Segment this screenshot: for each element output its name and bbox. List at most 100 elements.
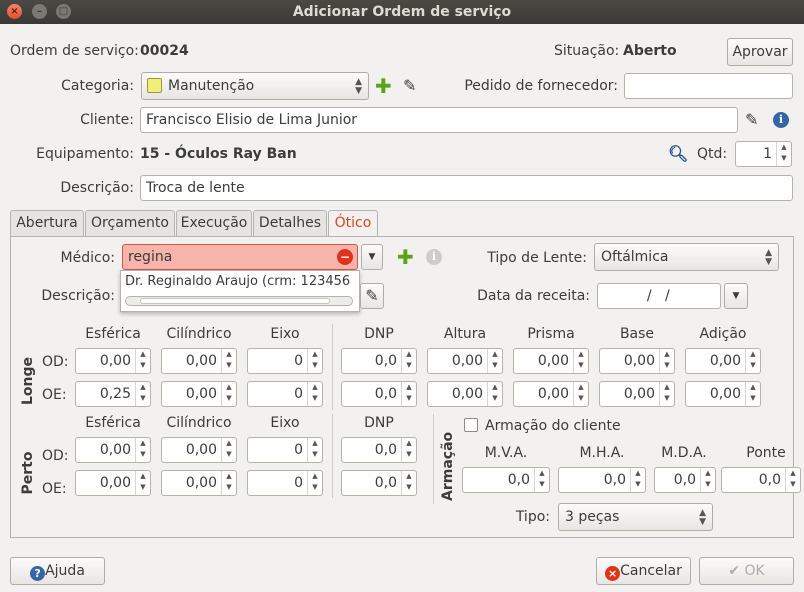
spin-arrows-icon[interactable]: ▲ ▼ [776,142,791,166]
spin-arrows-icon[interactable]: ▲ ▼ [659,382,674,406]
spin-arrows-icon[interactable]: ▲ ▼ [221,471,236,495]
tab-execucao[interactable]: Execução [176,210,252,236]
medico-dropdown-button[interactable]: ▼ [361,244,383,270]
longe-od-prisma-spinner[interactable]: 0,00 ▲ ▼ [513,348,589,374]
spin-arrows-icon[interactable]: ▲ ▼ [630,468,645,492]
edit-category-icon[interactable]: ✎ [403,76,416,95]
armacao-mha-spinner[interactable]: 0,0 ▲ ▼ [558,467,646,493]
spin-arrows-icon[interactable]: ▲ ▼ [745,382,760,406]
spin-value: 0,0 [673,472,696,488]
spin-arrows-icon[interactable]: ▲ ▼ [307,382,322,406]
spin-arrows-icon[interactable]: ▲ ▼ [307,349,322,373]
armacao-mva-spinner[interactable]: 0,0 ▲ ▼ [462,467,550,493]
spin-arrows-icon[interactable]: ▲ ▼ [785,468,800,492]
check-icon: ✔ [728,563,741,579]
spin-arrows-icon[interactable]: ▲ ▼ [135,438,150,462]
spin-arrows-icon[interactable]: ▲ ▼ [401,471,416,495]
data-receita-input[interactable]: / / [597,283,721,309]
perto-oe-cilindrico-spinner[interactable]: 0,00 ▲ ▼ [161,470,237,496]
header-adicao: Adição [699,326,747,342]
perto-od-cilindrico-spinner[interactable]: 0,00 ▲ ▼ [161,437,237,463]
spin-arrows-icon[interactable]: ▲ ▼ [307,438,322,462]
longe-oe-esferica-spinner[interactable]: 0,25 ▲ ▼ [75,381,151,407]
spin-arrows-icon[interactable]: ▲ ▼ [573,382,588,406]
perto-od-esferica-spinner[interactable]: 0,00 ▲ ▼ [75,437,151,463]
longe-oe-prisma-spinner[interactable]: 0,00 ▲ ▼ [513,381,589,407]
spin-arrows-icon[interactable]: ▲ ▼ [135,471,150,495]
spin-arrows-icon[interactable]: ▲ ▼ [221,438,236,462]
cliente-input[interactable]: Francisco Elisio de Lima Junior [140,107,738,133]
armacao-ponte-spinner[interactable]: 0,0 ▲ ▼ [721,467,801,493]
spin-arrows-icon[interactable]: ▲ ▼ [700,468,715,492]
longe-od-dnp-spinner[interactable]: 0,0 ▲ ▼ [341,348,417,374]
longe-oe-altura-spinner[interactable]: 0,00 ▲ ▼ [427,381,503,407]
longe-oe-adicao-spinner[interactable]: 0,00 ▲ ▼ [685,381,761,407]
spin-arrows-icon[interactable]: ▲ ▼ [401,438,416,462]
qtd-spinner[interactable]: 1 ▲ ▼ [735,141,792,167]
categoria-select[interactable]: Manutenção ▲ ▼ [141,72,369,100]
tab-abertura[interactable]: Abertura [10,210,84,236]
scrollbar-thumb[interactable] [140,298,330,304]
spin-arrows-icon[interactable]: ▲ ▼ [135,382,150,406]
help-button[interactable]: ? Ajuda [10,557,105,585]
longe-oe-base-spinner[interactable]: 0,00 ▲ ▼ [599,381,675,407]
armacao-mda-spinner[interactable]: 0,0 ▲ ▼ [654,467,716,493]
spin-arrows-icon[interactable]: ▲ ▼ [401,349,416,373]
descricao-input[interactable]: Troca de lente [140,175,793,201]
perto-oe-eixo-spinner[interactable]: 0 ▲ ▼ [247,470,323,496]
perto-od-eixo-spinner[interactable]: 0 ▲ ▼ [247,437,323,463]
approve-button[interactable]: Aprovar [727,38,793,66]
armacao-cliente-checkbox[interactable] [464,418,478,432]
spin-arrows-icon[interactable]: ▲ ▼ [659,349,674,373]
medico-input[interactable]: regina − [122,244,358,270]
longe-od-cilindrico-spinner[interactable]: 0,00 ▲ ▼ [161,348,237,374]
tab-otico[interactable]: Ótico [328,210,378,238]
add-category-icon[interactable]: ✚ [375,76,392,96]
cancel-button[interactable]: × Cancelar [596,557,691,585]
tipo-lente-select[interactable]: Oftálmica ▲ ▼ [594,243,779,271]
spin-arrows-icon[interactable]: ▲ ▼ [745,349,760,373]
perto-oe-esferica-spinner[interactable]: 0,00 ▲ ▼ [75,470,151,496]
longe-oe-dnp-spinner[interactable]: 0,0 ▲ ▼ [341,381,417,407]
tab-orcamento[interactable]: Orçamento [85,210,175,236]
help-icon: ? [30,566,46,581]
tab-detalhes[interactable]: Detalhes [253,210,327,236]
longe-od-altura-spinner[interactable]: 0,00 ▲ ▼ [427,348,503,374]
client-info-icon[interactable]: i [773,112,789,128]
header-eixo: Eixo [270,326,300,342]
add-doctor-icon[interactable]: ✚ [397,247,414,267]
minimize-window-icon[interactable]: – [32,4,47,19]
header-altura: Altura [443,326,487,342]
horizontal-scrollbar[interactable] [125,296,353,306]
spin-arrows-icon[interactable]: ▲ ▼ [487,349,502,373]
spin-value: 0,00 [623,386,655,402]
edit-client-icon[interactable]: ✎ [745,110,758,129]
longe-oe-eixo-spinner[interactable]: 0 ▲ ▼ [247,381,323,407]
pedido-input[interactable] [624,73,793,99]
spin-arrows-icon[interactable]: ▲ ▼ [487,382,502,406]
spin-arrows-icon[interactable]: ▲ ▼ [307,471,322,495]
spin-arrows-icon[interactable]: ▲ ▼ [534,468,549,492]
longe-oe-cilindrico-spinner[interactable]: 0,00 ▲ ▼ [161,381,237,407]
spin-arrows-icon[interactable]: ▲ ▼ [221,349,236,373]
close-window-icon[interactable]: × [7,4,22,19]
date-picker-button[interactable]: ▼ [724,283,748,309]
perto-oe-dnp-spinner[interactable]: 0,0 ▲ ▼ [341,470,417,496]
perto-od-dnp-spinner[interactable]: 0,0 ▲ ▼ [341,437,417,463]
spin-arrows-icon[interactable]: ▲ ▼ [401,382,416,406]
tipo-select[interactable]: 3 peças ▲ ▼ [558,503,713,531]
edit-description-button[interactable]: ✎ [360,283,384,309]
longe-od-esferica-spinner[interactable]: 0,00 ▲ ▼ [75,348,151,374]
header-mda: M.D.A. [661,445,707,461]
spin-arrows-icon[interactable]: ▲ ▼ [221,382,236,406]
spin-arrows-icon[interactable]: ▲ ▼ [135,349,150,373]
spin-arrows-icon[interactable]: ▲ ▼ [573,349,588,373]
longe-od-eixo-spinner[interactable]: 0 ▲ ▼ [247,348,323,374]
longe-od-adicao-spinner[interactable]: 0,00 ▲ ▼ [685,348,761,374]
doctor-info-icon: i [426,249,442,265]
search-equipment-icon[interactable]: 🔍︎ [668,144,688,163]
clear-icon[interactable]: − [337,249,353,265]
maximize-window-icon[interactable]: □ [56,4,71,19]
suggestion-item[interactable]: Dr. Reginaldo Araujo (crm: 123456 [125,274,350,289]
longe-od-base-spinner[interactable]: 0,00 ▲ ▼ [599,348,675,374]
